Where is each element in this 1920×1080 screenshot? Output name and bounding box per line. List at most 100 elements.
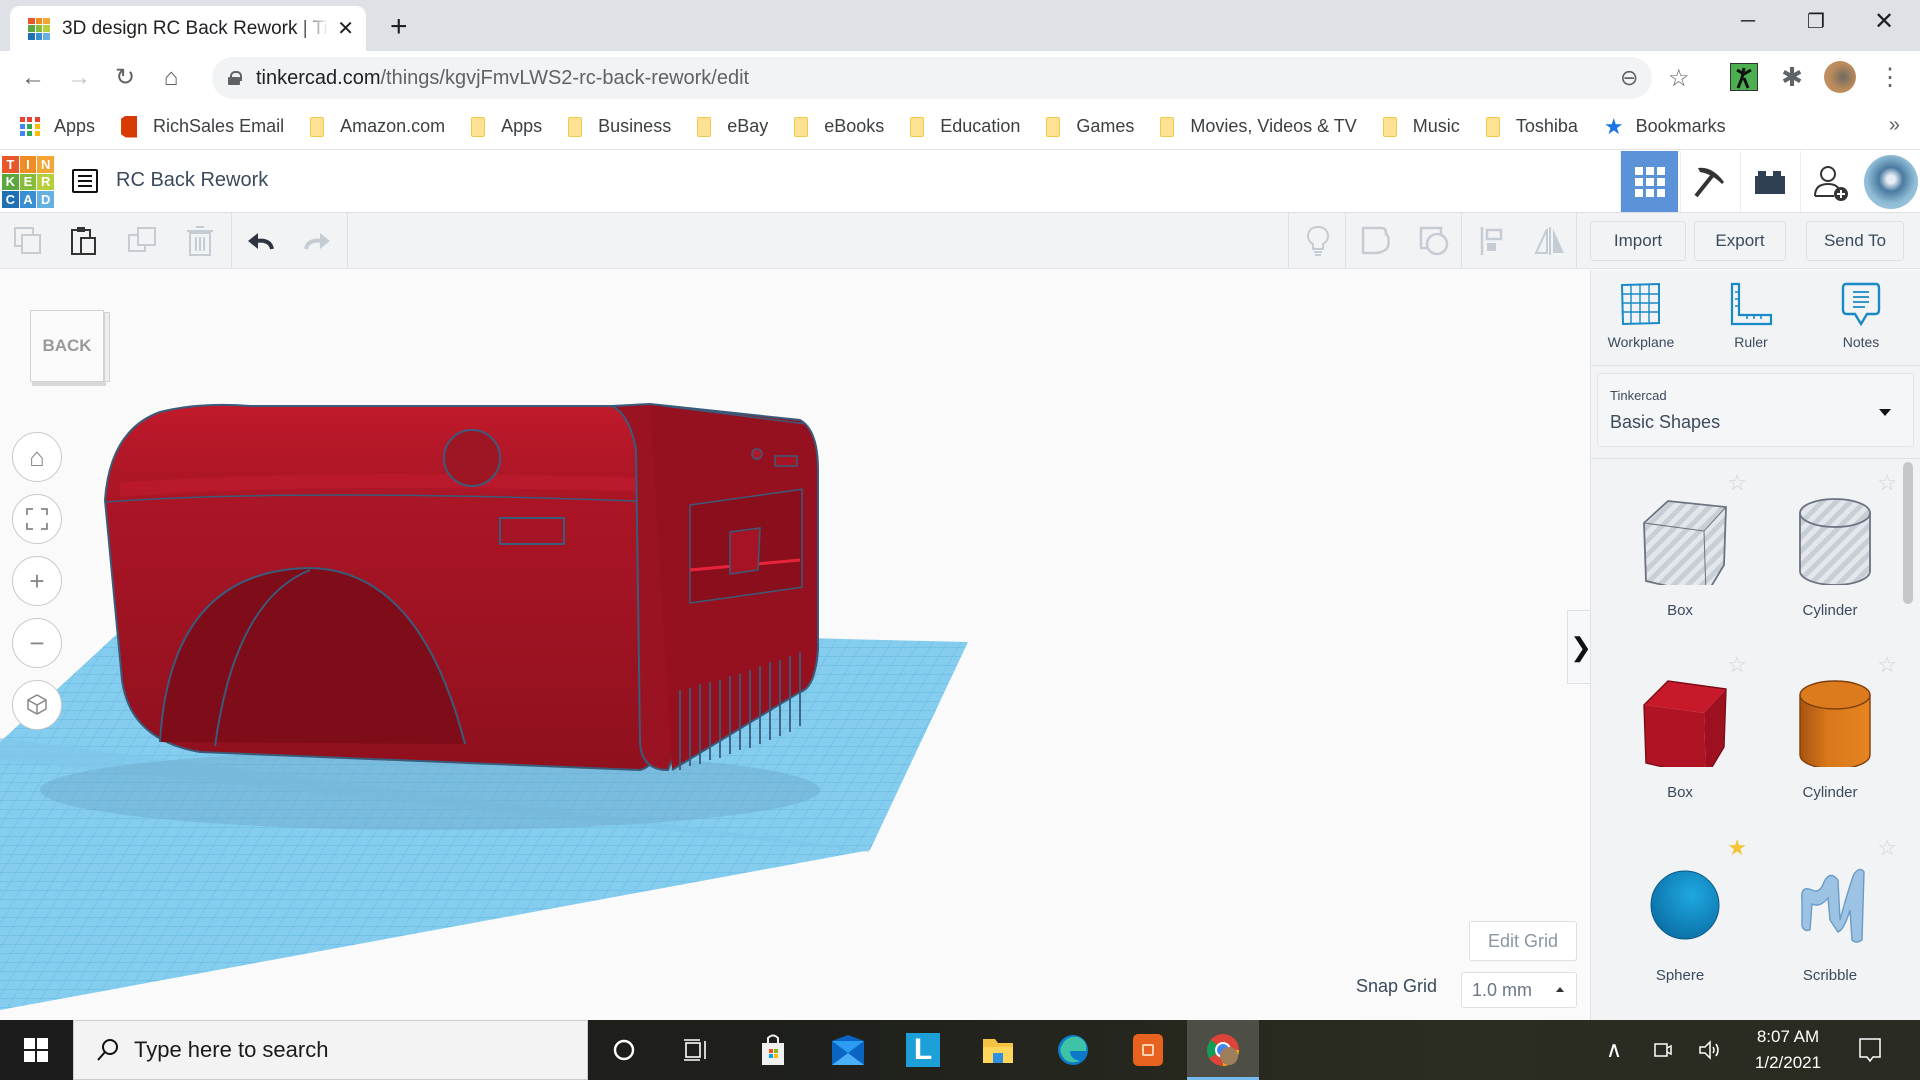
bookmark-bookmarks[interactable]: ★ Bookmarks	[1604, 114, 1726, 140]
favorite-star-icon[interactable]: ☆	[1877, 835, 1897, 861]
shape-library-select[interactable]: Tinkercad Basic Shapes	[1597, 373, 1914, 447]
tinkercad-logo[interactable]: TIN KER CAD	[2, 156, 54, 208]
shape-box-hole[interactable]: ☆ Box	[1605, 470, 1755, 640]
system-clock[interactable]: 8:07 AM 1/2/2021	[1750, 1024, 1826, 1076]
task-view-button[interactable]	[660, 1020, 732, 1080]
favorite-star-icon[interactable]: ☆	[1877, 470, 1897, 496]
align-icon[interactable]	[1474, 223, 1510, 259]
bookmark-education[interactable]: Education	[910, 116, 1020, 137]
lync-app-button[interactable]: L	[887, 1020, 959, 1080]
copy-icon[interactable]	[10, 223, 46, 259]
ruler-icon	[1730, 282, 1773, 326]
back-icon[interactable]: ←	[10, 55, 56, 101]
shape-cylinder-solid[interactable]: ☆ Cylinder	[1755, 652, 1905, 822]
close-tab-icon[interactable]: ✕	[337, 16, 354, 41]
notes-tool[interactable]: Notes	[1811, 282, 1911, 362]
browser-tab[interactable]: 3D design RC Back Rework | Tinkercad ✕	[10, 6, 366, 51]
orthographic-view-button[interactable]	[12, 680, 62, 730]
user-avatar[interactable]	[1862, 151, 1920, 212]
home-icon[interactable]: ⌂	[148, 55, 194, 101]
rc-back-model[interactable]	[103, 402, 819, 772]
import-button[interactable]: Import	[1590, 221, 1686, 261]
notes-lightbulb-icon[interactable]	[1300, 223, 1336, 259]
extension-green-icon[interactable]	[1730, 63, 1758, 91]
file-explorer-button[interactable]	[962, 1020, 1034, 1080]
cortana-button[interactable]	[588, 1020, 660, 1080]
favorite-star-icon[interactable]: ☆	[1877, 652, 1897, 678]
redo-icon[interactable]	[299, 223, 335, 259]
mirror-icon[interactable]	[1532, 223, 1568, 259]
ungroup-icon[interactable]	[1416, 223, 1452, 259]
zoom-in-button[interactable]: +	[12, 556, 62, 606]
edit-grid-button[interactable]: Edit Grid	[1469, 921, 1577, 961]
minimize-icon[interactable]: ─	[1718, 0, 1778, 42]
group-icon[interactable]	[1358, 223, 1394, 259]
bookmark-apps-folder[interactable]: Apps	[471, 116, 542, 137]
app-orange-button[interactable]	[1112, 1020, 1184, 1080]
home-view-button[interactable]: ⌂	[12, 432, 62, 482]
fit-view-button[interactable]	[12, 494, 62, 544]
mail-button[interactable]	[812, 1020, 884, 1080]
shape-scribble[interactable]: ☆ Scribble	[1755, 835, 1905, 1005]
bookmark-apps[interactable]: Apps	[20, 116, 95, 137]
delete-icon[interactable]	[182, 223, 218, 259]
bookmark-music[interactable]: Music	[1382, 116, 1460, 137]
3d-scene[interactable]	[0, 270, 1590, 1020]
favorite-star-icon[interactable]: ☆	[1727, 470, 1747, 496]
workplane-tool[interactable]: Workplane	[1591, 282, 1691, 362]
favorite-star-filled-icon[interactable]: ★	[1727, 835, 1747, 861]
edge-button[interactable]	[1037, 1020, 1109, 1080]
shape-sphere[interactable]: ★ Sphere	[1605, 835, 1755, 1005]
profile-avatar[interactable]	[1824, 61, 1856, 93]
bookmark-amazon[interactable]: Amazon.com	[310, 116, 445, 137]
bookmark-richsales-email[interactable]: RichSales Email	[121, 115, 284, 138]
bookmark-star-icon[interactable]: ☆	[1668, 64, 1690, 93]
more-bookmarks-icon[interactable]: »	[1889, 114, 1900, 137]
extensions-puzzle-icon[interactable]: ✱	[1778, 62, 1806, 92]
favorite-star-icon[interactable]: ☆	[1727, 652, 1747, 678]
duplicate-icon[interactable]	[124, 223, 160, 259]
design-list-icon[interactable]	[72, 169, 98, 193]
ruler-tool[interactable]: Ruler	[1701, 282, 1801, 362]
bricks-button[interactable]	[1740, 151, 1798, 212]
bookmark-movies[interactable]: Movies, Videos & TV	[1160, 116, 1357, 137]
bookmark-toshiba[interactable]: Toshiba	[1485, 116, 1578, 137]
zoom-out-icon[interactable]: ⊖	[1620, 65, 1638, 91]
send-to-button[interactable]: Send To	[1806, 221, 1904, 261]
bookmark-business[interactable]: Business	[568, 116, 671, 137]
address-bar[interactable]: tinkercad.com/things/kgvjFmvLWS2-rc-back…	[212, 57, 1690, 99]
bookmark-ebooks[interactable]: eBooks	[794, 116, 884, 137]
export-button[interactable]: Export	[1694, 221, 1786, 261]
design-title[interactable]: RC Back Rework	[116, 169, 268, 192]
shapes-scrollbar[interactable]	[1903, 462, 1913, 604]
chrome-button[interactable]	[1187, 1020, 1259, 1080]
3d-workspace[interactable]: BACK ⌂ + − ❯ Edit Grid Snap Grid 1.0 mm	[0, 270, 1590, 1020]
close-window-icon[interactable]: ✕	[1854, 0, 1914, 42]
invite-user-button[interactable]	[1800, 151, 1858, 212]
taskbar-search[interactable]: Type here to search	[73, 1020, 588, 1080]
bookmark-games[interactable]: Games	[1046, 116, 1134, 137]
snap-grid-select[interactable]: 1.0 mm	[1461, 972, 1577, 1008]
3d-view-button[interactable]	[1620, 151, 1678, 212]
blocks-button[interactable]	[1680, 151, 1738, 212]
paste-icon[interactable]	[66, 223, 102, 259]
forward-icon[interactable]: →	[56, 55, 102, 101]
meet-now-icon[interactable]	[1645, 1020, 1681, 1080]
show-hidden-icons[interactable]: ∧	[1596, 1020, 1632, 1080]
view-cube[interactable]: BACK	[30, 310, 112, 390]
chrome-menu-icon[interactable]: ⋮	[1876, 63, 1904, 91]
undo-icon[interactable]	[243, 223, 279, 259]
zoom-out-button[interactable]: −	[12, 618, 62, 668]
panel-toggle-button[interactable]: ❯	[1567, 610, 1590, 684]
shape-cylinder-hole[interactable]: ☆ Cylinder	[1755, 470, 1905, 640]
bookmark-ebay[interactable]: eBay	[697, 116, 768, 137]
volume-icon[interactable]	[1692, 1020, 1728, 1080]
shape-box-solid[interactable]: ☆ Box	[1605, 652, 1755, 822]
microsoft-store-button[interactable]	[737, 1020, 809, 1080]
reload-icon[interactable]: ↻	[102, 55, 148, 101]
new-tab-icon[interactable]: +	[390, 10, 408, 44]
plus-icon: +	[29, 565, 45, 596]
restore-icon[interactable]: ❐	[1786, 0, 1846, 42]
action-center-icon[interactable]	[1850, 1020, 1890, 1080]
start-button[interactable]	[0, 1020, 72, 1080]
